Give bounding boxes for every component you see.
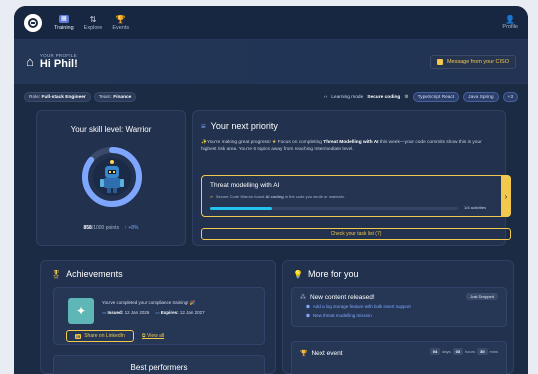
profile-header: ⌂ YOUR PROFILE Hi Phil! Message from you… bbox=[14, 40, 528, 84]
skill-points: 858/1000 points ↑ +8% bbox=[83, 225, 139, 231]
link-icon: ∞ bbox=[210, 194, 213, 199]
language-chip-0[interactable]: TypeScript React bbox=[412, 92, 460, 102]
home-icon[interactable]: ⌂ bbox=[26, 54, 34, 69]
module-title: Threat modelling with AI bbox=[210, 182, 280, 189]
party-icon: 🎉 bbox=[189, 300, 196, 305]
view-all-link[interactable]: ⧉ View all bbox=[142, 333, 164, 339]
learning-mode[interactable]: ‹› Learning mode Secure coding ⚙ TypeScr… bbox=[324, 92, 518, 102]
training-icon: ▦ bbox=[58, 14, 69, 23]
achievements-title: 🎖 Achievements bbox=[51, 269, 123, 279]
activities-count: 1/4 activities bbox=[464, 205, 487, 210]
medal-icon: 🎖 bbox=[51, 269, 62, 279]
next-priority-card: ≡ Your next priority ✨You're making grea… bbox=[192, 110, 511, 246]
app-logo[interactable] bbox=[24, 13, 42, 32]
mission-icon: ⬟ bbox=[306, 313, 310, 318]
lightbulb-icon: 💡 bbox=[293, 269, 303, 279]
user-icon: 👤 bbox=[505, 15, 516, 24]
module-desc: ∞ Secure Code Warrior found AI coding in … bbox=[210, 194, 345, 199]
achievements-card: 🎖 Achievements ✦ You've completed your c… bbox=[40, 260, 276, 374]
chevron-right-icon[interactable]: › bbox=[501, 175, 511, 217]
module-progress-fill bbox=[210, 207, 272, 210]
more-for-you-card: 💡 More for you ⁂ New content released! J… bbox=[282, 260, 514, 374]
module-progress-bar bbox=[210, 207, 458, 210]
list-icon: ≡ bbox=[201, 121, 206, 131]
arrow-up-icon: ↑ bbox=[124, 225, 127, 231]
skill-card: Your skill level: Warrior 858/1000 point… bbox=[36, 110, 186, 246]
best-performers: Best performers bbox=[53, 355, 265, 374]
nav-events[interactable]: 🏆 Events bbox=[112, 15, 129, 31]
priority-text: ✨You're making great progress! ★ Focus o… bbox=[201, 140, 482, 152]
calendar-icon: ▭ bbox=[102, 310, 107, 315]
nav-explore[interactable]: ⇅ Explore bbox=[84, 15, 103, 31]
sparkle-icon: ⁂ bbox=[300, 295, 306, 301]
share-linkedin-button[interactable]: in Share on LinkedIn bbox=[66, 330, 134, 342]
achievement-text: You've completed your compliance trainin… bbox=[102, 300, 196, 305]
explore-icon: ⇅ bbox=[89, 14, 97, 24]
nav-profile[interactable]: 👤 Profile bbox=[502, 15, 518, 30]
skill-progress-ring bbox=[82, 147, 142, 207]
trophy-icon: 🏆 bbox=[115, 14, 126, 24]
role-row: Role: Full-stack Engineer Team: Finance … bbox=[14, 84, 528, 110]
role-chip: Role: Full-stack Engineer bbox=[24, 92, 91, 102]
trophy-icon: 🏆 bbox=[300, 351, 308, 357]
next-event-item[interactable]: 🏆 Next event 04 days 03 hours 30 mins bbox=[291, 341, 507, 374]
achievement-dates: ▭ Issued: 12 Jan 2026 ▭ Expires: 12 Jan … bbox=[102, 310, 205, 315]
threat-modelling-module[interactable]: Threat modelling with AI ∞ Secure Code Wa… bbox=[201, 175, 511, 217]
more-title: 💡 More for you bbox=[293, 269, 359, 279]
settings-icon: ⚙ bbox=[404, 94, 409, 100]
message-icon bbox=[436, 58, 443, 65]
compliance-badge-icon: ✦ bbox=[68, 298, 94, 324]
event-countdown: 04 days 03 hours 30 mins bbox=[429, 348, 498, 355]
puzzle-icon: ⬟ bbox=[306, 304, 310, 309]
achievement-item: ✦ You've completed your compliance train… bbox=[53, 287, 265, 345]
team-chip: Team: Finance bbox=[93, 92, 137, 102]
nav-training[interactable]: ▦ Training bbox=[54, 14, 74, 31]
calendar-icon: ▭ bbox=[155, 310, 160, 315]
content-link-0[interactable]: ⬟ Add a log storage feature with bulk ins… bbox=[292, 301, 506, 310]
code-icon: ‹› bbox=[324, 94, 328, 100]
new-content-item: ⁂ New content released! Just Dropped ⬟ Ad… bbox=[291, 287, 507, 327]
external-link-icon: ⧉ bbox=[142, 333, 146, 339]
star-icon: ★ bbox=[272, 140, 277, 145]
language-chip-1[interactable]: Java Spring bbox=[463, 92, 499, 102]
linkedin-icon: in bbox=[75, 333, 82, 339]
skill-title: Your skill level: Warrior bbox=[70, 125, 152, 134]
top-nav: ▦ Training ⇅ Explore 🏆 Events 👤 Profile bbox=[14, 6, 528, 40]
ciso-message-button[interactable]: Message from your CISO bbox=[429, 54, 516, 69]
app-window: ▦ Training ⇅ Explore 🏆 Events 👤 Profile … bbox=[14, 6, 528, 374]
content-link-1[interactable]: ⬟ New threat modelling mission bbox=[292, 310, 506, 319]
page-title: Hi Phil! bbox=[39, 58, 78, 70]
language-more-chip[interactable]: +3 bbox=[502, 92, 518, 102]
priority-title: ≡ Your next priority bbox=[201, 121, 278, 131]
just-dropped-badge: Just Dropped bbox=[466, 293, 498, 300]
task-list-button[interactable]: Check your task list (7) bbox=[201, 228, 511, 240]
